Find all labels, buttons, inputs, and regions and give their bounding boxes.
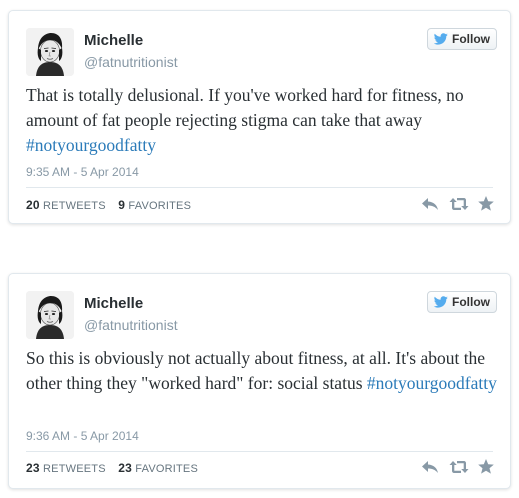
hashtag-link[interactable]: #notyourgoodfatty — [367, 373, 497, 393]
follow-label: Follow — [452, 295, 490, 309]
tweet-actions — [411, 458, 495, 476]
follow-button[interactable]: Follow — [427, 291, 497, 313]
favorites-count[interactable]: 23 — [118, 461, 132, 475]
author-handle[interactable]: @fatnutritionist — [84, 54, 178, 70]
twitter-bird-icon — [434, 33, 448, 45]
reply-icon[interactable] — [421, 195, 439, 213]
twitter-bird-icon — [434, 296, 448, 308]
divider — [26, 451, 493, 452]
follow-label: Follow — [452, 32, 490, 46]
favorite-icon[interactable] — [477, 195, 495, 213]
timestamp[interactable]: 9:36 AM - 5 Apr 2014 — [26, 429, 139, 443]
divider — [26, 187, 493, 188]
retweet-icon[interactable] — [449, 458, 469, 476]
hashtag-link[interactable]: #notyourgoodfatty — [26, 135, 156, 155]
favorites-label[interactable]: FAVORITES — [135, 463, 198, 475]
timestamp[interactable]: 9:35 AM - 5 Apr 2014 — [26, 165, 139, 179]
tweet-actions — [411, 195, 495, 213]
favorites-label[interactable]: FAVORITES — [128, 200, 191, 212]
tweet-stats: 23 RETWEETS 23 FAVORITES — [26, 461, 198, 475]
avatar[interactable] — [26, 28, 74, 76]
retweets-label[interactable]: RETWEETS — [43, 463, 106, 475]
author-name[interactable]: Michelle — [84, 32, 143, 49]
favorite-icon[interactable] — [477, 458, 495, 476]
retweets-count[interactable]: 23 — [26, 461, 40, 475]
avatar[interactable] — [26, 291, 74, 339]
reply-icon[interactable] — [421, 458, 439, 476]
tweet-stats: 20 RETWEETS 9 FAVORITES — [26, 198, 191, 212]
follow-button[interactable]: Follow — [427, 28, 497, 50]
retweets-label[interactable]: RETWEETS — [43, 200, 106, 212]
tweet-text-body: That is totally delusional. If you've wo… — [26, 85, 464, 130]
author-handle[interactable]: @fatnutritionist — [84, 317, 178, 333]
tweet-text: That is totally delusional. If you've wo… — [26, 83, 501, 158]
retweets-count[interactable]: 20 — [26, 198, 40, 212]
retweet-icon[interactable] — [449, 195, 469, 213]
tweet-card: Michelle @fatnutritionist Follow That is… — [8, 10, 511, 224]
tweet-card: Michelle @fatnutritionist Follow So this… — [8, 273, 511, 489]
tweet-text: So this is obviously not actually about … — [26, 346, 501, 396]
author-name[interactable]: Michelle — [84, 295, 143, 312]
favorites-count[interactable]: 9 — [118, 198, 125, 212]
